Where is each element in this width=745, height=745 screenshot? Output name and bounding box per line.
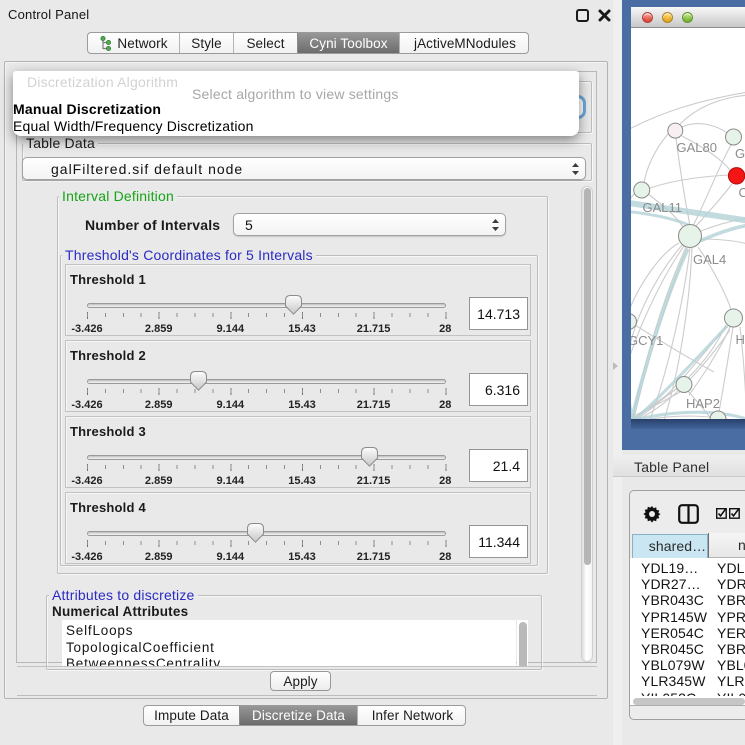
svg-text:GAL80: GAL80 <box>677 140 717 155</box>
svg-text:GCY1: GCY1 <box>631 333 663 348</box>
svg-text:GAL4: GAL4 <box>693 252 726 267</box>
svg-text:GA: GA <box>735 146 745 161</box>
svg-text:GAL11: GAL11 <box>643 200 683 215</box>
svg-text:HI: HI <box>736 332 745 347</box>
svg-text:HAP2: HAP2 <box>686 396 720 411</box>
svg-text:C: C <box>739 185 745 200</box>
